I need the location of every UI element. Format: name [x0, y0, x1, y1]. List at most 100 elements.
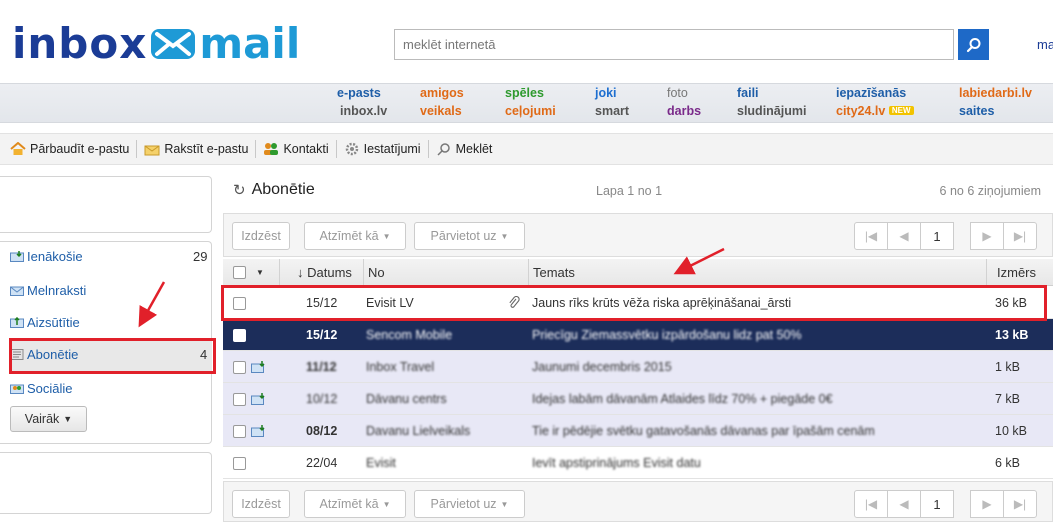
- search-input[interactable]: meklēt internetā: [394, 29, 954, 60]
- toolbar-search-button[interactable]: Meklēt: [436, 142, 492, 156]
- header-user-link[interactable]: ma: [1037, 37, 1053, 52]
- delete-button[interactable]: Izdzēst: [232, 222, 290, 250]
- annotation-box-row: [221, 285, 1047, 321]
- delete-button[interactable]: Izdzēst: [232, 490, 290, 518]
- mark-as-label: Atzīmēt kā: [319, 497, 379, 511]
- nav-foto[interactable]: foto: [667, 86, 688, 100]
- nav-sludinajumi[interactable]: sludinājumi: [737, 104, 806, 118]
- new-badge: NEW: [888, 106, 914, 115]
- prev-page-button[interactable]: ◀: [887, 490, 921, 518]
- annotation-box-folder: [9, 338, 216, 374]
- toolbar-divider: [255, 140, 257, 158]
- row-checkbox[interactable]: [233, 383, 246, 415]
- check-mail-button[interactable]: Pārbaudīt e-pastu: [10, 142, 129, 156]
- folder-social-label: Sociālie: [27, 381, 73, 396]
- search-button[interactable]: [958, 29, 989, 60]
- column-divider: [986, 259, 987, 286]
- gear-icon: [345, 142, 358, 156]
- checkbox[interactable]: [233, 266, 246, 279]
- mark-as-dropdown[interactable]: Atzīmēt kā ▼: [304, 490, 406, 518]
- checkbox[interactable]: [233, 328, 246, 342]
- table-row[interactable]: 08/12 Davanu Lielveikals Tie ir pēdējie …: [223, 415, 1053, 447]
- nav-city24[interactable]: city24.lv NEW: [836, 104, 914, 118]
- nav-amigos[interactable]: amigos: [420, 86, 464, 100]
- column-divider: [363, 259, 364, 286]
- row-checkbox[interactable]: [233, 447, 246, 479]
- nav-darbs[interactable]: darbs: [667, 104, 701, 118]
- nav-faili[interactable]: faili: [737, 86, 759, 100]
- settings-button[interactable]: Iestatījumi: [344, 142, 421, 156]
- row-subject: Jaunumi decembris 2015: [532, 360, 672, 374]
- settings-label: Iestatījumi: [363, 142, 421, 156]
- home-icon: [10, 142, 26, 155]
- sidebar-top-box: [0, 176, 212, 233]
- last-page-button[interactable]: ▶|: [1003, 490, 1037, 518]
- next-page-button[interactable]: ▶: [970, 490, 1004, 518]
- table-header: ▼ ↓ Datums No Temats Izmērs: [223, 259, 1053, 286]
- current-page[interactable]: 1: [920, 490, 954, 518]
- inbox-logo[interactable]: inbox mail: [12, 22, 300, 66]
- nav-smart[interactable]: smart: [595, 104, 629, 118]
- table-row[interactable]: 10/12 Dāvanu centrs Idejas labām dāvanām…: [223, 383, 1053, 415]
- first-page-button[interactable]: |◀: [854, 490, 888, 518]
- nav-speles[interactable]: spēles: [505, 86, 544, 100]
- write-mail-button[interactable]: Rakstīt e-pastu: [144, 142, 248, 156]
- caret-down-icon: ▼: [500, 499, 509, 509]
- toolbar-divider: [335, 140, 337, 158]
- prev-page-icon: ◀: [899, 229, 909, 243]
- write-mail-label: Rakstīt e-pastu: [164, 142, 249, 156]
- next-page-button[interactable]: ▶: [970, 222, 1004, 250]
- compose-envelope-icon: [144, 145, 160, 156]
- current-page[interactable]: 1: [920, 222, 954, 250]
- checkbox[interactable]: [233, 392, 246, 406]
- checkbox[interactable]: [233, 456, 246, 470]
- move-to-label: Pārvietot uz: [430, 229, 497, 243]
- first-page-button[interactable]: |◀: [854, 222, 888, 250]
- nav-e-pasts[interactable]: e-pasts: [337, 86, 381, 100]
- drafts-folder-icon: [10, 286, 24, 296]
- row-checkbox[interactable]: [233, 351, 246, 383]
- row-size: 6 kB: [995, 456, 1021, 470]
- logo-mail-text: mail: [199, 19, 301, 68]
- checkbox[interactable]: [233, 424, 246, 438]
- nav-iepazisanas[interactable]: iepazīšanās: [836, 86, 906, 100]
- col-subject[interactable]: Temats: [533, 259, 575, 286]
- sidebar-bottom-box: [0, 452, 212, 514]
- nav-inbox-lv[interactable]: inbox.lv: [340, 104, 387, 118]
- refresh-icon[interactable]: ↻: [233, 181, 246, 199]
- folder-social[interactable]: Sociālie: [10, 381, 73, 396]
- table-row[interactable]: 11/12 Inbox Travel Jaunumi decembris 201…: [223, 351, 1053, 383]
- table-row[interactable]: 15/12 Sencom Mobile Priecīgu Ziemassvētk…: [223, 319, 1053, 351]
- caret-down-icon[interactable]: ▼: [256, 268, 264, 277]
- col-size[interactable]: Izmērs: [997, 259, 1036, 286]
- delete-label: Izdzēst: [241, 229, 281, 243]
- more-folders-button[interactable]: Vairāk ▼: [10, 406, 87, 432]
- select-all-checkbox[interactable]: ▼: [233, 259, 264, 286]
- move-to-dropdown[interactable]: Pārvietot uz ▼: [414, 490, 525, 518]
- nav-celojumi[interactable]: ceļojumi: [505, 104, 556, 118]
- row-checkbox[interactable]: [233, 319, 246, 351]
- col-date[interactable]: ↓ Datums: [297, 259, 352, 286]
- table-row[interactable]: 22/04 Evisit Ievīt apstiprinājums Evisit…: [223, 447, 1053, 479]
- row-checkbox[interactable]: [233, 415, 246, 447]
- nav-saites[interactable]: saites: [959, 104, 994, 118]
- nav-veikals[interactable]: veikals: [420, 104, 462, 118]
- prev-page-button[interactable]: ◀: [887, 222, 921, 250]
- mark-as-dropdown[interactable]: Atzīmēt kā ▼: [304, 222, 406, 250]
- nav-labiedarbi[interactable]: labiedarbi.lv: [959, 86, 1032, 100]
- checkbox[interactable]: [233, 360, 246, 374]
- nav-joki[interactable]: joki: [595, 86, 617, 100]
- portal-nav: e-pasts amigos spēles joki foto faili ie…: [0, 83, 1053, 123]
- folder-drafts[interactable]: Melnraksti: [10, 283, 86, 298]
- folder-title: ↻ Abonētie: [233, 181, 315, 199]
- row-from: Sencom Mobile: [366, 328, 453, 342]
- col-from[interactable]: No: [368, 259, 385, 286]
- move-to-dropdown[interactable]: Pārvietot uz ▼: [414, 222, 525, 250]
- row-subject: Priecīgu Ziemassvētku izpārdošanu lidz p…: [532, 328, 802, 342]
- folder-sent[interactable]: Aizsūtītie: [10, 315, 80, 330]
- caret-down-icon: ▼: [63, 414, 73, 424]
- folder-inbox[interactable]: Ienākošie: [10, 249, 83, 264]
- contacts-button[interactable]: Kontakti: [263, 142, 329, 156]
- more-folders-label: Vairāk: [24, 412, 60, 426]
- last-page-button[interactable]: ▶|: [1003, 222, 1037, 250]
